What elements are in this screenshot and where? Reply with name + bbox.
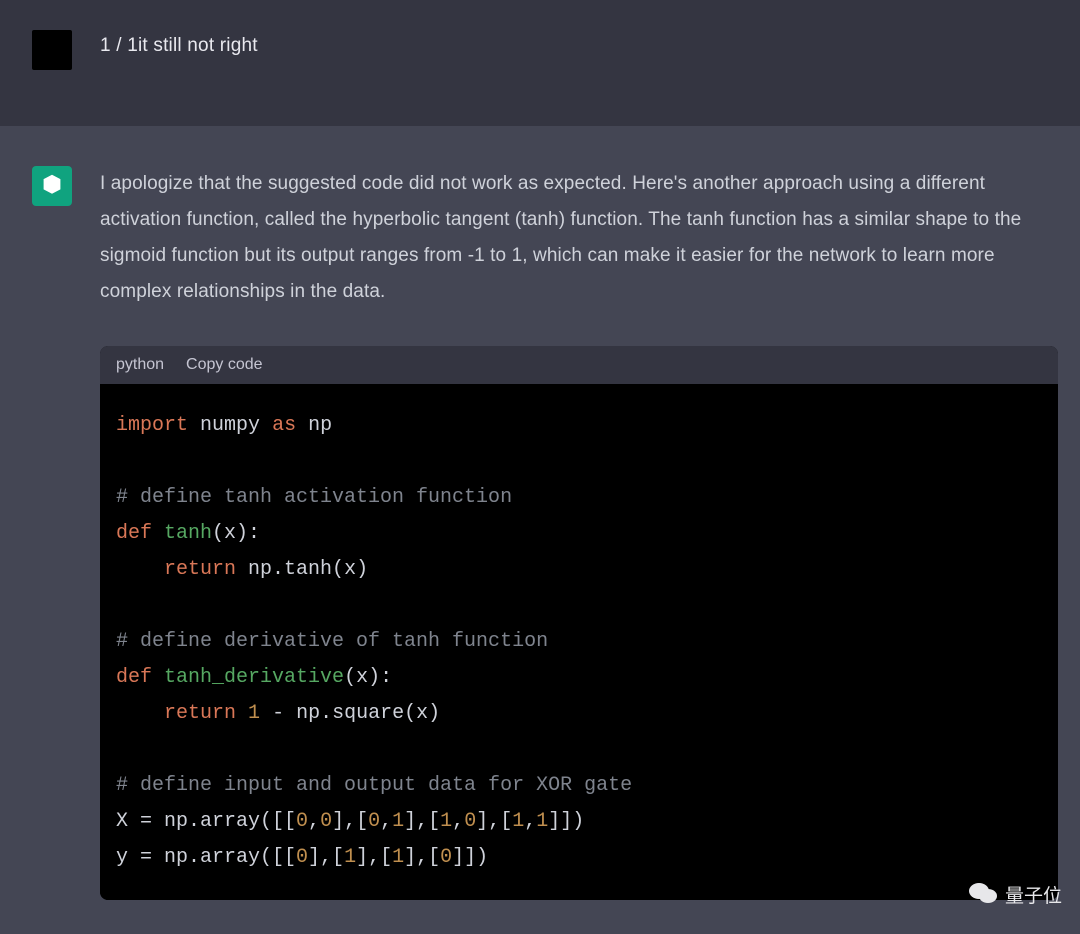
assistant-paragraph: I apologize that the suggested code did … [100, 166, 1058, 310]
code-body: import numpy as np # define tanh activat… [100, 384, 1058, 900]
assistant-avatar [32, 166, 72, 206]
assistant-content: I apologize that the suggested code did … [100, 166, 1068, 900]
user-message-text: 1 / 1it still not right [100, 26, 258, 60]
user-avatar [32, 30, 72, 70]
user-message-block: 1 / 1it still not right [0, 0, 1080, 126]
code-block: python Copy code import numpy as np # de… [100, 346, 1058, 900]
code-block-header: python Copy code [100, 346, 1058, 384]
openai-logo-icon [38, 172, 66, 200]
user-message-counter: 1 / 1 [100, 35, 138, 56]
assistant-message-block: I apologize that the suggested code did … [0, 126, 1080, 934]
user-message-body: it still not right [138, 35, 258, 56]
code-language-label: python [116, 356, 164, 374]
copy-code-button[interactable]: Copy code [186, 356, 263, 374]
